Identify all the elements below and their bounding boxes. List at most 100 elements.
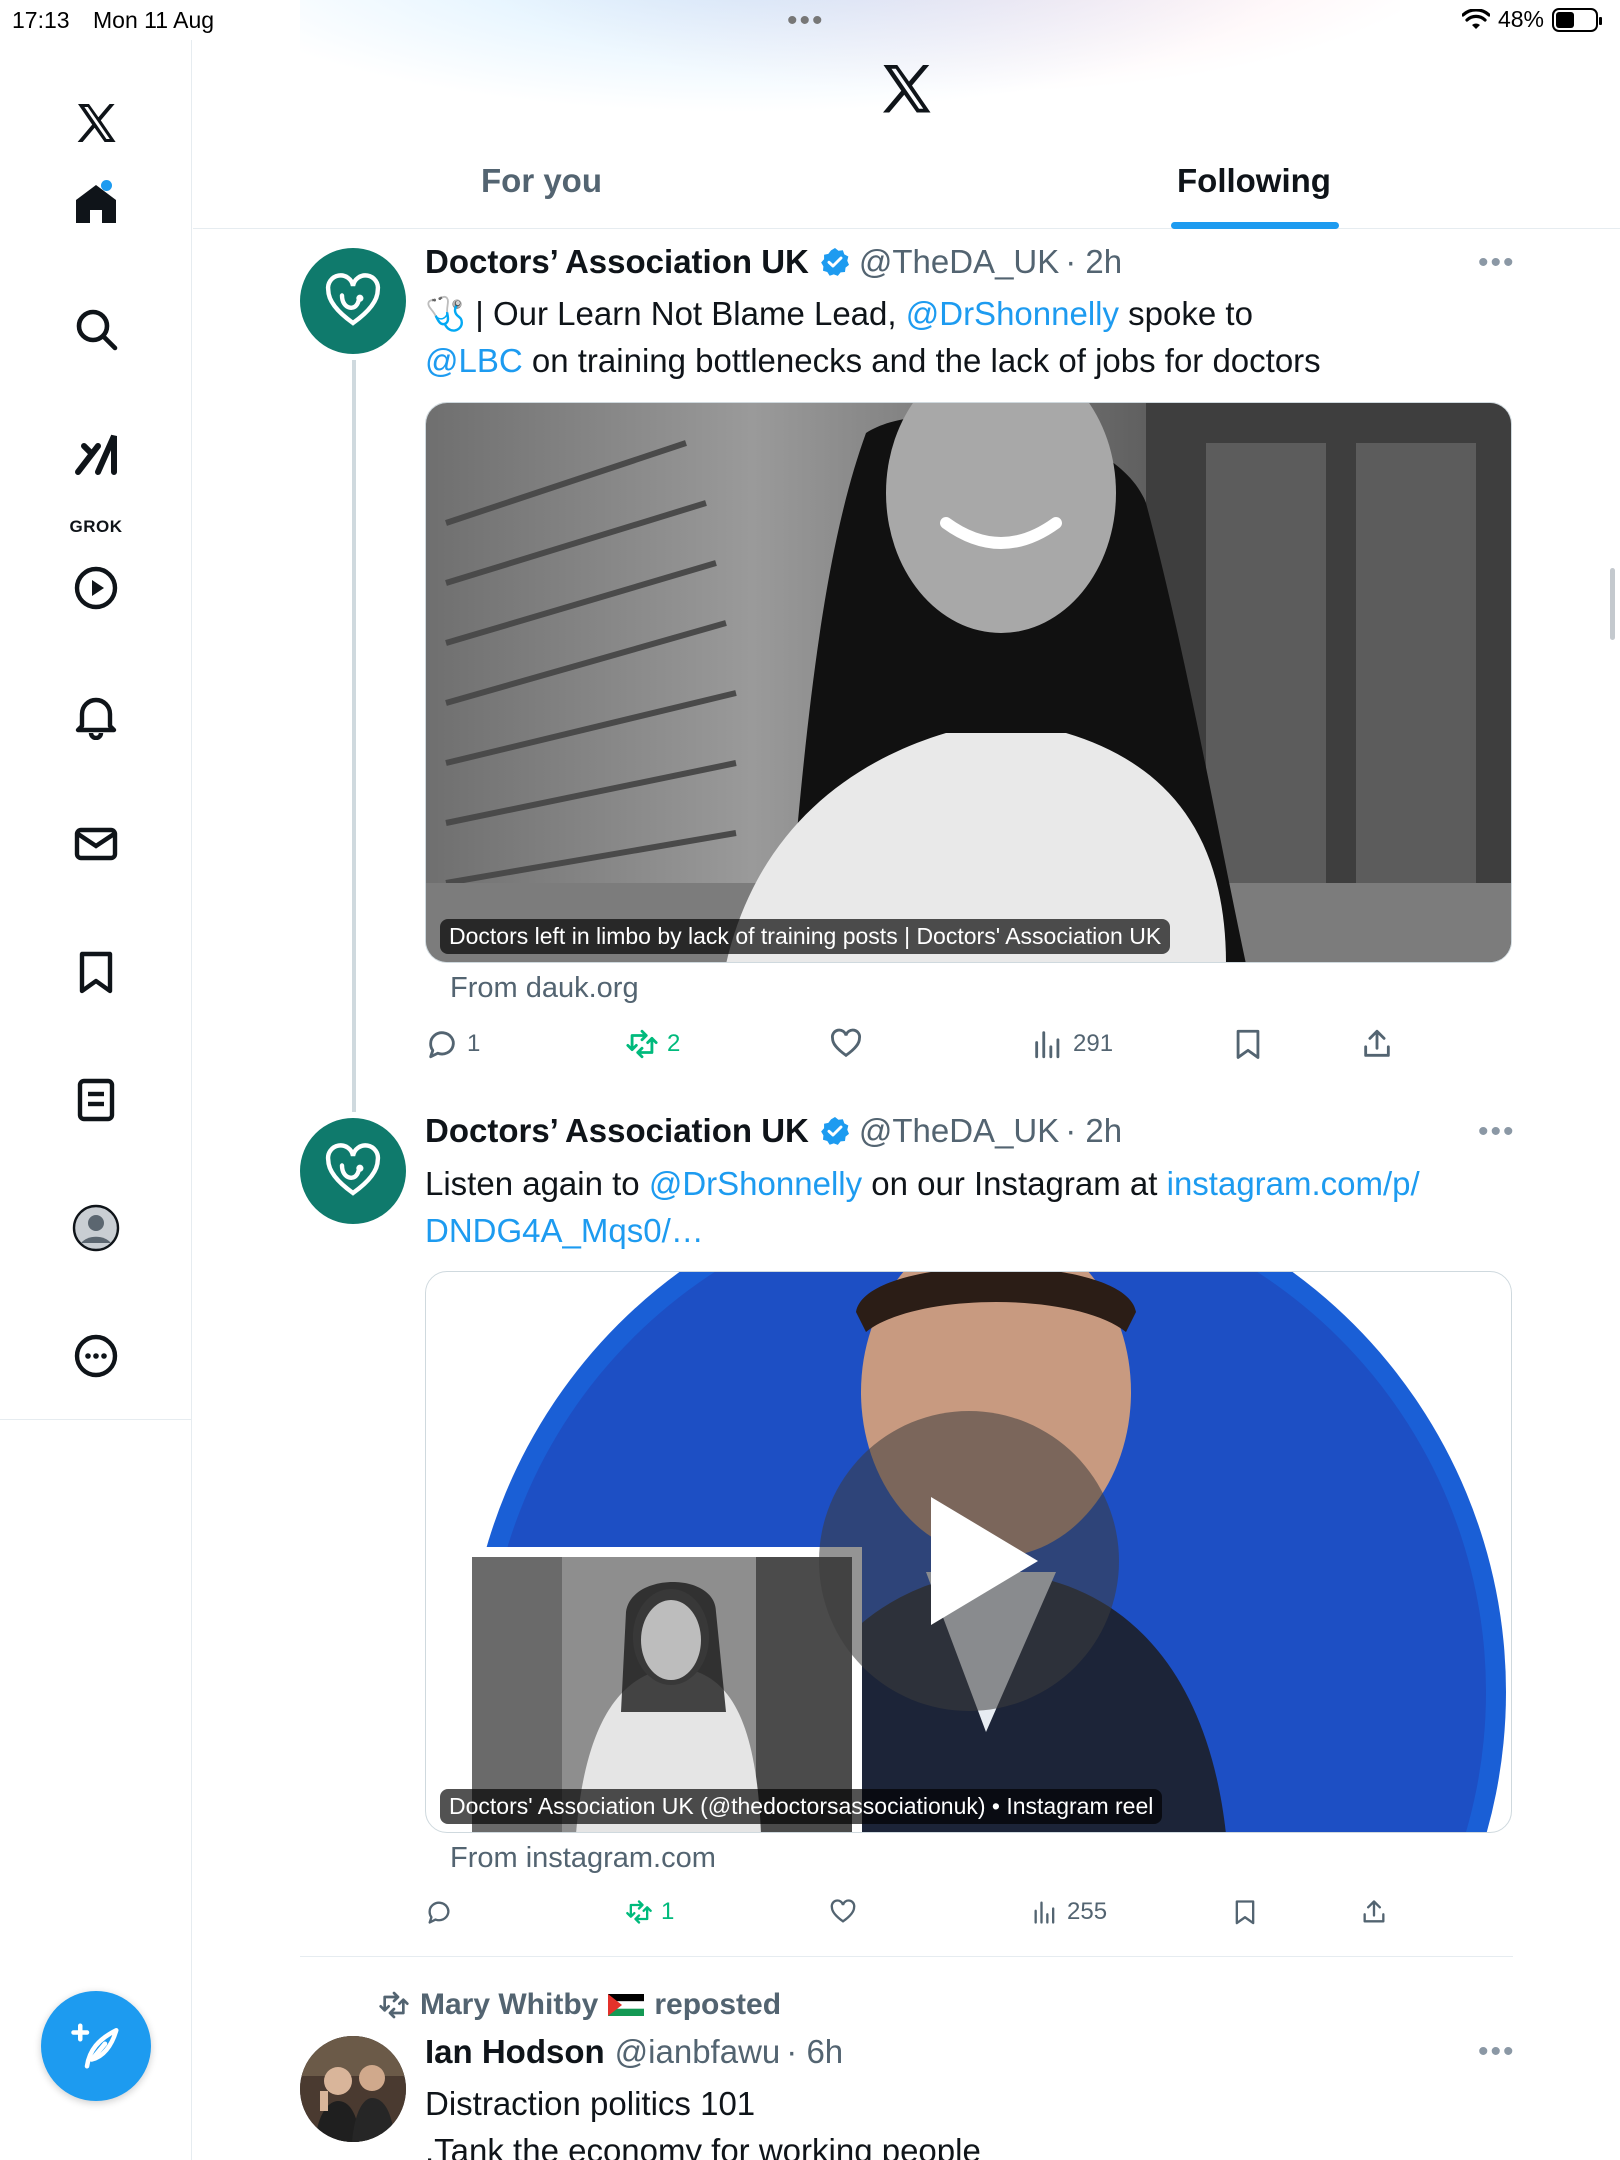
views-chart-icon bbox=[1035, 1031, 1060, 1059]
tweet-text: Listen again to @DrShonnelly on our Inst… bbox=[425, 1160, 1505, 1254]
tweet-time[interactable]: · 2h bbox=[1065, 1112, 1122, 1150]
retweet-count: 2 bbox=[667, 1030, 681, 1057]
avatar[interactable] bbox=[300, 248, 406, 354]
tweet-time[interactable]: · 6h bbox=[786, 2033, 843, 2071]
views-chart-icon bbox=[1034, 1901, 1055, 1924]
sidebar-item-profile[interactable] bbox=[62, 1194, 130, 1262]
tweet-actions: 1 2 291 bbox=[425, 1027, 1425, 1067]
author-name[interactable]: Doctors’ Association UK bbox=[425, 243, 809, 281]
share-button[interactable] bbox=[1360, 1898, 1388, 1926]
reply-button[interactable]: 1 bbox=[425, 1027, 480, 1061]
link-card[interactable]: Doctors' Association UK (@thedoctorsasso… bbox=[425, 1271, 1512, 1833]
retweet-button[interactable]: 2 bbox=[625, 1027, 680, 1061]
sidebar-item-grok[interactable] bbox=[62, 420, 130, 488]
url-link[interactable]: DNDG4A_Mqs0/… bbox=[425, 1212, 704, 1249]
reply-icon bbox=[429, 1031, 455, 1059]
compose-button[interactable] bbox=[41, 1991, 151, 2101]
retweet-icon bbox=[379, 1991, 409, 2019]
tab-for-you[interactable]: For you bbox=[481, 162, 602, 200]
tab-following[interactable]: Following bbox=[1177, 162, 1331, 200]
verified-badge-icon bbox=[820, 248, 849, 276]
more-options-icon[interactable]: ••• bbox=[1478, 2035, 1516, 2069]
author-name[interactable]: Ian Hodson bbox=[425, 2033, 605, 2071]
bookmark-button[interactable] bbox=[1231, 1027, 1265, 1061]
avatar[interactable] bbox=[300, 1118, 406, 1224]
sidebar-item-notifications[interactable] bbox=[62, 682, 130, 750]
sidebar-item-search[interactable] bbox=[62, 295, 130, 363]
heart-icon bbox=[830, 1899, 856, 1923]
sidebar-item-bookmarks[interactable] bbox=[62, 938, 130, 1006]
retweet-icon bbox=[626, 1029, 658, 1059]
profile-avatar-icon bbox=[72, 1204, 120, 1252]
tweet-text: 🩺 | Our Learn Not Blame Lead, @DrShonnel… bbox=[425, 290, 1505, 384]
retweet-button[interactable]: 1 bbox=[625, 1898, 674, 1926]
multitasking-dots-icon[interactable]: ••• bbox=[787, 4, 825, 38]
retweet-icon bbox=[626, 1900, 652, 1924]
tweet-text-segment: on our Instagram at bbox=[862, 1165, 1167, 1202]
reply-icon bbox=[428, 1901, 450, 1924]
share-icon bbox=[1364, 1029, 1390, 1057]
heart-icon bbox=[831, 1028, 861, 1058]
like-button[interactable] bbox=[829, 1898, 857, 1926]
list-icon bbox=[77, 1078, 115, 1122]
author-name[interactable]: Doctors’ Association UK bbox=[425, 1112, 809, 1150]
tweet-time[interactable]: · 2h bbox=[1065, 243, 1122, 281]
card-caption: Doctors left in limbo by lack of trainin… bbox=[440, 919, 1171, 954]
tweet-text-segment: spoke to bbox=[1119, 295, 1253, 332]
palestine-flag-icon bbox=[608, 1994, 645, 2016]
sidebar: GROK bbox=[0, 40, 192, 1420]
author-handle[interactable]: @TheDA_UK bbox=[859, 243, 1059, 281]
bookmark-icon bbox=[1236, 1029, 1260, 1059]
x-logo-icon[interactable] bbox=[62, 90, 130, 158]
more-options-icon[interactable]: ••• bbox=[1478, 246, 1516, 280]
play-icon bbox=[74, 566, 118, 610]
repost-context[interactable]: Mary Whitby reposted bbox=[378, 1988, 781, 2022]
mention-link[interactable]: @DrShonnelly bbox=[906, 295, 1119, 332]
card-photo-woman bbox=[426, 403, 1511, 962]
sidebar-item-more[interactable] bbox=[62, 1322, 130, 1390]
bookmark-button[interactable] bbox=[1231, 1898, 1259, 1926]
tweet-text-line: Distraction politics 101 bbox=[425, 2085, 756, 2122]
battery-percent: 48% bbox=[1497, 6, 1544, 32]
url-link[interactable]: instagram.com/p/ bbox=[1167, 1165, 1420, 1202]
thread-line bbox=[352, 360, 356, 1112]
card-video-thumbnail bbox=[462, 1272, 1506, 1832]
tweet-header: Ian Hodson @ianbfawu · 6h bbox=[425, 2033, 843, 2071]
retweet-count: 1 bbox=[661, 1898, 675, 1925]
grok-icon bbox=[75, 434, 117, 475]
card-caption: Doctors' Association UK (@thedoctorsasso… bbox=[440, 1789, 1163, 1824]
mention-link[interactable]: @LBC bbox=[425, 342, 523, 379]
author-handle[interactable]: @ianbfawu bbox=[615, 2033, 781, 2071]
sidebar-item-home[interactable] bbox=[62, 170, 130, 238]
tweet-text-line: .Tank the economy for working people bbox=[425, 2132, 981, 2160]
scrollbar[interactable] bbox=[1610, 568, 1615, 640]
tweet-header: Doctors’ Association UK @TheDA_UK · 2h bbox=[425, 243, 1122, 281]
tweet-text-segment: Listen again to bbox=[425, 1165, 649, 1202]
grok-label: GROK bbox=[69, 517, 123, 536]
more-options-icon[interactable]: ••• bbox=[1478, 1115, 1516, 1149]
sidebar-item-messages[interactable] bbox=[62, 810, 130, 878]
reply-button[interactable] bbox=[425, 1898, 453, 1926]
share-button[interactable] bbox=[1360, 1027, 1394, 1061]
mention-link[interactable]: @DrShonnelly bbox=[649, 1165, 862, 1202]
link-card[interactable]: Doctors left in limbo by lack of trainin… bbox=[425, 402, 1512, 963]
sidebar-item-lists[interactable] bbox=[62, 1066, 130, 1134]
sidebar-item-video[interactable] bbox=[62, 554, 130, 622]
card-source[interactable]: From instagram.com bbox=[450, 1842, 716, 1875]
like-button[interactable] bbox=[829, 1027, 863, 1061]
bell-icon bbox=[75, 697, 117, 740]
card-source[interactable]: From dauk.org bbox=[450, 972, 639, 1005]
views-button[interactable]: 255 bbox=[1031, 1898, 1107, 1926]
status-bar: 17:13 Mon 11 Aug ••• 48% bbox=[0, 0, 1620, 40]
views-button[interactable]: 291 bbox=[1031, 1027, 1113, 1061]
status-date: Mon 11 Aug bbox=[93, 7, 215, 33]
mail-icon bbox=[74, 827, 118, 861]
x-logo-icon[interactable] bbox=[876, 60, 936, 120]
heart-stethoscope-logo-icon bbox=[325, 273, 381, 326]
avatar[interactable] bbox=[300, 2036, 406, 2142]
tweet-text-segment: 🩺 | Our Learn Not Blame Lead, bbox=[425, 295, 906, 332]
sidebar-divider bbox=[191, 1420, 192, 2160]
notification-dot bbox=[101, 180, 112, 191]
reposter-name[interactable]: Mary Whitby bbox=[420, 1988, 598, 2022]
author-handle[interactable]: @TheDA_UK bbox=[859, 1112, 1059, 1150]
